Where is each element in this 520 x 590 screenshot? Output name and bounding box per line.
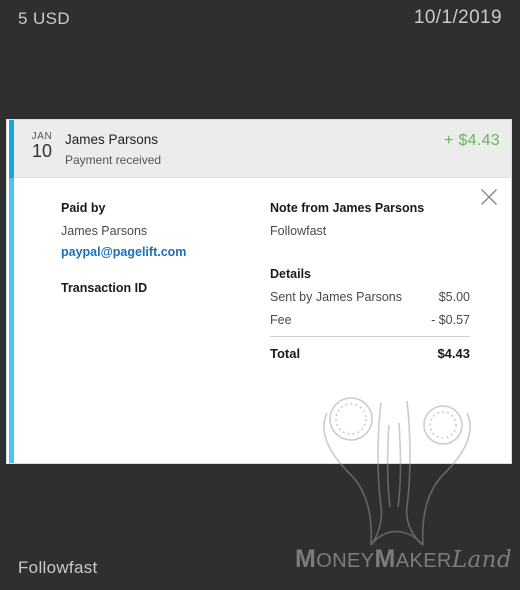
transaction-summary-row[interactable]: JAN 10 James Parsons Payment received + … (14, 120, 511, 178)
detail-label: Fee (270, 313, 292, 327)
watermark-m2: M (374, 545, 396, 573)
transaction-detail-card: JAN 10 James Parsons Payment received + … (6, 119, 512, 464)
currency-amount-label: 5 USD (18, 9, 71, 28)
details-title: Details (270, 267, 311, 281)
watermark-m1: M (295, 545, 317, 573)
transaction-detail-body: Paid by James Parsons paypal@pagelift.co… (14, 179, 511, 463)
details-divider (270, 336, 470, 337)
table-row: Sent by James Parsons $5.00 (270, 290, 470, 304)
watermark-land: Land (451, 547, 512, 573)
transaction-amount: + $4.43 (444, 132, 500, 149)
detail-label: Sent by James Parsons (270, 290, 403, 304)
paid-by-title: Paid by (61, 201, 106, 215)
watermark-aker: AKER (395, 550, 452, 572)
total-row: Total $4.43 (270, 346, 470, 361)
watermark-brand-text: MONEYMAKERLand (287, 545, 520, 574)
date-badge-day: 10 (31, 141, 53, 161)
detail-value: - $0.57 (431, 313, 470, 327)
detail-value: $5.00 (438, 290, 470, 304)
transaction-status-label: Payment received (65, 153, 162, 167)
watermark-oney: ONEY (316, 550, 375, 572)
note-text: Followfast (270, 224, 327, 238)
note-title: Note from James Parsons (270, 201, 425, 215)
paid-by-name: James Parsons (61, 224, 148, 238)
total-value: $4.43 (437, 346, 470, 361)
transaction-id-title: Transaction ID (61, 281, 148, 295)
note-and-details-section: Note from James Parsons Followfast Detai… (270, 201, 470, 361)
total-label: Total (270, 346, 301, 361)
close-icon[interactable] (480, 188, 498, 206)
footer-account-label: Followfast (18, 558, 98, 577)
paid-by-section: Paid by James Parsons paypal@pagelift.co… (61, 201, 261, 304)
table-row: Fee - $0.57 (270, 313, 470, 327)
transaction-date-label: 10/1/2019 (413, 7, 502, 28)
paid-by-email-link[interactable]: paypal@pagelift.com (61, 245, 261, 259)
date-badge: JAN 10 (25, 131, 59, 161)
top-info-bar: 5 USD 10/1/2019 (0, 0, 520, 119)
transaction-payer-name: James Parsons (65, 132, 159, 147)
